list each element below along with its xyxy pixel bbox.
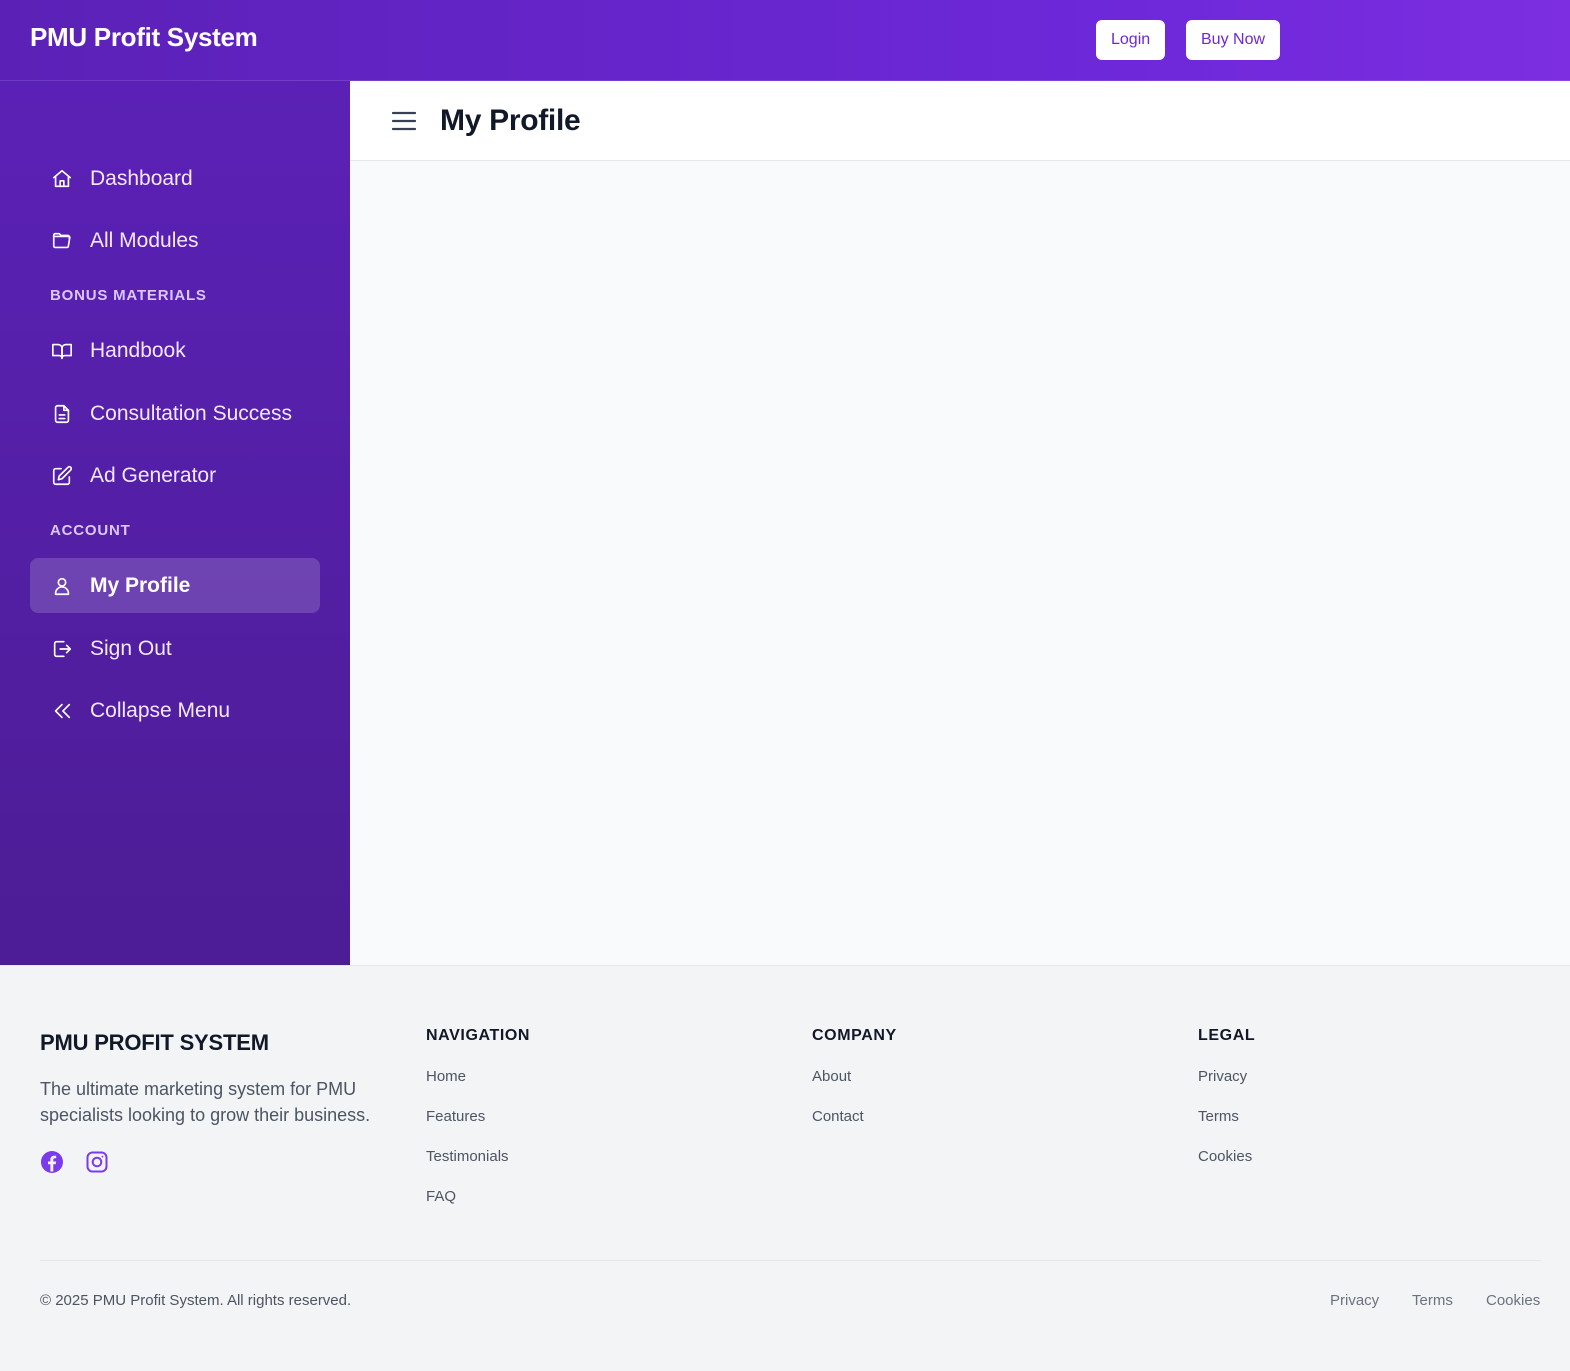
footer-divider [40,1260,1542,1261]
sidebar-item-label: My Profile [90,573,191,597]
footer-link-home[interactable]: Home [426,1068,466,1085]
brand-logo-text[interactable]: PMU Profit System [30,22,258,53]
chevrons-left-icon [50,699,74,723]
file-text-icon [50,402,74,426]
main-content [350,161,1570,965]
home-icon [50,167,74,191]
sidebar-item-dashboard[interactable]: Dashboard [30,151,320,206]
sidebar-item-label: Collapse Menu [90,698,231,722]
footer-link-contact[interactable]: Contact [812,1108,864,1125]
hamburger-menu-icon[interactable] [390,108,418,134]
page-title: My Profile [440,104,581,137]
sidebar-item-label: Ad Generator [90,463,217,487]
sidebar-item-sign-out[interactable]: Sign Out [30,621,320,676]
sidebar-item-label: All Modules [90,228,199,252]
sidebar-item-all-modules[interactable]: All Modules [30,213,320,268]
user-icon [50,574,74,598]
book-open-icon [50,339,74,363]
footer-column-title: NAVIGATION [426,1027,531,1044]
sign-out-icon [50,637,74,661]
main-header: My Profile [350,81,1570,161]
buy-now-button[interactable]: Buy Now [1186,20,1281,60]
sidebar-item-label: Dashboard [90,166,193,190]
bottom-link-terms[interactable]: Terms [1412,1292,1453,1309]
instagram-icon[interactable] [85,1150,111,1176]
sidebar: Dashboard All Modules BONUS MATERIALS Ha… [0,81,350,965]
footer-brand: PMU PROFIT SYSTEM [40,1030,269,1055]
sidebar-item-label: Consultation Success [90,401,292,425]
footer-link-testimonials[interactable]: Testimonials [426,1148,509,1165]
footer-link-privacy[interactable]: Privacy [1198,1068,1247,1085]
bottom-link-cookies[interactable]: Cookies [1486,1292,1540,1309]
footer-description: The ultimate marketing system for PMU sp… [40,1079,371,1125]
footer-link-features[interactable]: Features [426,1108,485,1125]
section-label-bonus: BONUS MATERIALS [50,287,207,304]
login-button[interactable]: Login [1096,20,1166,60]
facebook-icon[interactable] [40,1150,66,1176]
footer-link-cookies[interactable]: Cookies [1198,1148,1252,1165]
edit-icon [50,464,74,488]
footer: PMU PROFIT SYSTEM The ultimate marketing… [0,965,1570,1371]
bottom-link-privacy[interactable]: Privacy [1330,1292,1379,1309]
footer-link-about[interactable]: About [812,1068,851,1085]
footer-column-title: COMPANY [812,1027,897,1044]
sidebar-item-my-profile[interactable]: My Profile [30,558,320,613]
sidebar-item-handbook[interactable]: Handbook [30,323,320,378]
sidebar-item-collapse-menu[interactable]: Collapse Menu [30,683,320,738]
copyright-text: © 2025 PMU Profit System. All rights res… [40,1292,352,1309]
section-label-account: ACCOUNT [50,522,131,539]
sidebar-item-consultation-success[interactable]: Consultation Success [30,386,320,441]
footer-link-terms[interactable]: Terms [1198,1108,1239,1125]
folder-open-icon [50,229,74,253]
top-navbar: PMU Profit System Login Buy Now [0,0,1570,81]
footer-link-faq[interactable]: FAQ [426,1188,456,1205]
sidebar-item-label: Sign Out [90,636,172,660]
sidebar-item-label: Handbook [90,338,186,362]
footer-column-title: LEGAL [1198,1027,1256,1044]
sidebar-item-ad-generator[interactable]: Ad Generator [30,448,320,503]
